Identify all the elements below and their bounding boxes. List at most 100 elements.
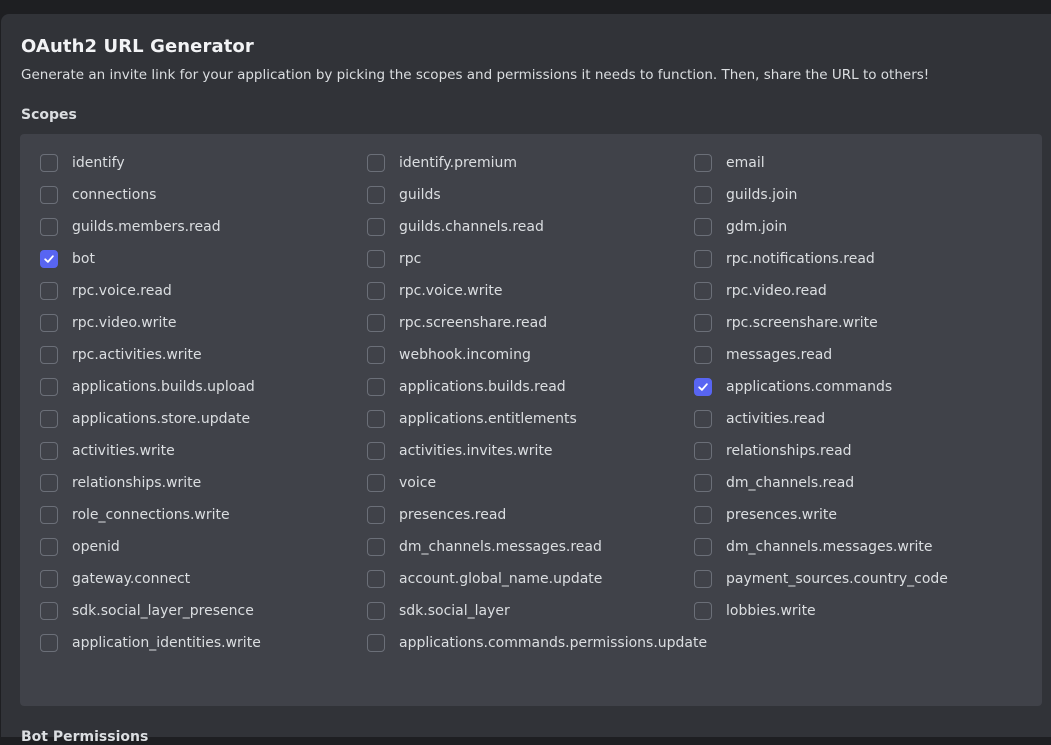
scope-checkbox-item[interactable]: connections [40,183,156,207]
scope-checkbox-item[interactable]: guilds.members.read [40,215,221,239]
scope-checkbox-item[interactable]: activities.invites.write [367,439,553,463]
checkbox-unchecked[interactable] [367,410,385,428]
scope-checkbox-item[interactable]: sdk.social_layer [367,599,510,623]
scope-label: application_identities.write [72,635,261,651]
scope-checkbox-item[interactable]: rpc.screenshare.read [367,311,547,335]
checkbox-unchecked[interactable] [694,538,712,556]
checkbox-unchecked[interactable] [40,282,58,300]
checkbox-unchecked[interactable] [40,570,58,588]
checkbox-unchecked[interactable] [367,570,385,588]
checkbox-unchecked[interactable] [694,346,712,364]
checkbox-unchecked[interactable] [367,538,385,556]
checkbox-unchecked[interactable] [367,218,385,236]
checkbox-unchecked[interactable] [367,282,385,300]
checkbox-unchecked[interactable] [694,282,712,300]
scope-label: gdm.join [726,219,788,235]
scope-checkbox-item[interactable]: relationships.write [40,471,201,495]
checkbox-checked[interactable] [40,250,58,268]
checkbox-unchecked[interactable] [40,506,58,524]
scope-checkbox-item[interactable]: applications.builds.upload [40,375,255,399]
scope-checkbox-item[interactable]: presences.read [367,503,506,527]
checkbox-unchecked[interactable] [40,218,58,236]
scope-checkbox-item[interactable]: identify.premium [367,151,517,175]
checkbox-unchecked[interactable] [367,154,385,172]
scope-checkbox-item[interactable]: openid [40,535,120,559]
checkbox-unchecked[interactable] [694,506,712,524]
checkbox-checked[interactable] [694,378,712,396]
scope-checkbox-item[interactable]: gdm.join [694,215,787,239]
checkbox-unchecked[interactable] [367,634,385,652]
scope-checkbox-item[interactable]: gateway.connect [40,567,190,591]
checkbox-unchecked[interactable] [40,602,58,620]
checkbox-unchecked[interactable] [367,506,385,524]
scope-checkbox-item[interactable]: guilds.channels.read [367,215,544,239]
scope-checkbox-item[interactable]: activities.read [694,407,825,431]
scope-checkbox-item[interactable]: rpc.screenshare.write [694,311,878,335]
scope-checkbox-item[interactable]: activities.write [40,439,175,463]
scope-label: presences.read [399,507,507,523]
checkbox-unchecked[interactable] [40,474,58,492]
checkbox-unchecked[interactable] [694,218,712,236]
scope-checkbox-item[interactable]: voice [367,471,436,495]
checkbox-unchecked[interactable] [694,314,712,332]
scope-checkbox-item[interactable]: rpc.notifications.read [694,247,875,271]
checkbox-unchecked[interactable] [40,378,58,396]
scope-checkbox-item[interactable]: dm_channels.messages.read [367,535,602,559]
scope-checkbox-item[interactable]: rpc.video.read [694,279,827,303]
scope-checkbox-item[interactable]: rpc.voice.read [40,279,172,303]
scope-checkbox-item[interactable]: bot [40,247,95,271]
scope-checkbox-item[interactable]: rpc.video.write [40,311,176,335]
scope-checkbox-item[interactable]: sdk.social_layer_presence [40,599,254,623]
scope-checkbox-item[interactable]: applications.commands.permissions.update [367,631,707,655]
scope-checkbox-item[interactable]: messages.read [694,343,832,367]
scope-checkbox-item[interactable]: relationships.read [694,439,852,463]
checkbox-unchecked[interactable] [367,378,385,396]
checkbox-unchecked[interactable] [694,250,712,268]
checkbox-unchecked[interactable] [40,538,58,556]
checkbox-unchecked[interactable] [694,186,712,204]
scope-checkbox-item[interactable]: applications.builds.read [367,375,566,399]
checkbox-unchecked[interactable] [367,442,385,460]
checkbox-unchecked[interactable] [694,442,712,460]
checkbox-unchecked[interactable] [40,410,58,428]
scope-checkbox-item[interactable]: applications.entitlements [367,407,577,431]
scope-checkbox-item[interactable]: guilds.join [694,183,797,207]
scope-checkbox-item[interactable]: webhook.incoming [367,343,531,367]
checkbox-unchecked[interactable] [40,634,58,652]
scope-checkbox-item[interactable]: rpc.voice.write [367,279,503,303]
scope-checkbox-item[interactable]: payment_sources.country_code [694,567,948,591]
checkbox-unchecked[interactable] [694,410,712,428]
checkbox-unchecked[interactable] [40,154,58,172]
scope-checkbox-item[interactable]: lobbies.write [694,599,816,623]
checkbox-unchecked[interactable] [40,314,58,332]
checkbox-unchecked[interactable] [694,474,712,492]
checkbox-unchecked[interactable] [367,602,385,620]
checkbox-unchecked[interactable] [694,602,712,620]
checkbox-unchecked[interactable] [694,570,712,588]
scope-checkbox-item[interactable]: dm_channels.read [694,471,854,495]
scope-checkbox-item[interactable]: guilds [367,183,441,207]
scope-checkbox-item[interactable]: role_connections.write [40,503,230,527]
checkbox-unchecked[interactable] [367,186,385,204]
checkbox-unchecked[interactable] [367,474,385,492]
checkbox-unchecked[interactable] [367,250,385,268]
scope-label: sdk.social_layer_presence [72,603,254,619]
checkbox-unchecked[interactable] [367,314,385,332]
scope-checkbox-item[interactable]: dm_channels.messages.write [694,535,933,559]
scope-checkbox-item[interactable]: applications.store.update [40,407,250,431]
scope-checkbox-item[interactable]: presences.write [694,503,837,527]
scope-checkbox-item[interactable]: identify [40,151,125,175]
scope-checkbox-item[interactable]: application_identities.write [40,631,261,655]
scope-checkbox-item[interactable]: rpc.activities.write [40,343,202,367]
scope-label: applications.commands [726,379,893,395]
scope-checkbox-item[interactable]: account.global_name.update [367,567,602,591]
scope-checkbox-item[interactable]: email [694,151,765,175]
scope-checkbox-item[interactable]: rpc [367,247,421,271]
scope-label: applications.commands.permissions.update [399,635,708,651]
checkbox-unchecked[interactable] [40,442,58,460]
checkbox-unchecked[interactable] [367,346,385,364]
scope-checkbox-item[interactable]: applications.commands [694,375,892,399]
checkbox-unchecked[interactable] [694,154,712,172]
checkbox-unchecked[interactable] [40,346,58,364]
checkbox-unchecked[interactable] [40,186,58,204]
